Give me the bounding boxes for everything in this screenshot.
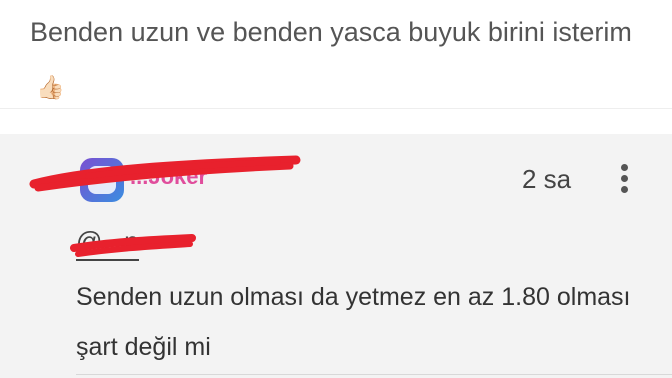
- original-post: Benden uzun ve benden yasca buyuk birini…: [0, 0, 672, 108]
- more-vertical-icon[interactable]: [612, 158, 636, 198]
- more-dot: [621, 164, 628, 171]
- thumbs-up-icon: 👍🏻: [36, 74, 65, 100]
- mention-redaction-scribble: [70, 234, 196, 257]
- post-text: Benden uzun ve benden yasca buyuk birini…: [30, 6, 660, 113]
- divider: [76, 374, 672, 375]
- more-dot: [621, 186, 628, 193]
- redaction-scribble: [29, 155, 301, 192]
- more-dot: [621, 175, 628, 182]
- section-divider: [0, 108, 672, 135]
- timestamp: 2 sa: [522, 164, 572, 194]
- post-text-content: Benden uzun ve benden yasca buyuk birini…: [30, 17, 632, 47]
- reply-text: Senden uzun olması da yetmez en az 1.80 …: [76, 283, 631, 361]
- reply-comment: ...Joker 2 sa @...n Senden uzun olması d…: [0, 134, 672, 378]
